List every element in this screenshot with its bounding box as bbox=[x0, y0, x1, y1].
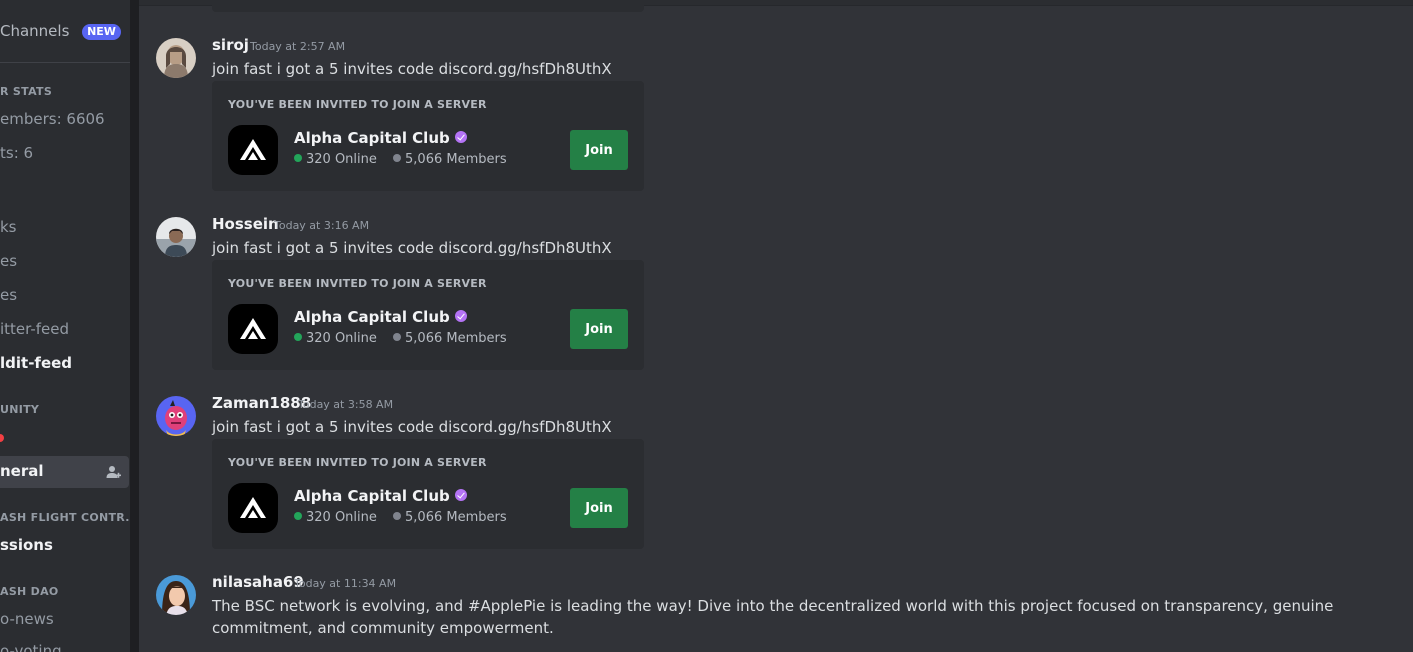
new-badge: NEW bbox=[82, 24, 121, 40]
server-name[interactable]: Alpha Capital Club bbox=[294, 129, 467, 147]
server-invite-embed: YOU'VE BEEN INVITED TO JOIN A SERVER Alp… bbox=[212, 439, 644, 549]
message-username[interactable]: nilasaha69 bbox=[212, 573, 304, 591]
stat-channel-bots[interactable]: ts: 6 bbox=[0, 144, 33, 162]
sidebar-divider bbox=[0, 62, 130, 63]
member-count: 5,066 Members bbox=[405, 331, 507, 346]
server-stats: 320 Online 5,066 Members bbox=[294, 510, 507, 525]
members-dot-icon bbox=[393, 512, 402, 520]
members-dot-icon bbox=[393, 333, 402, 341]
sidebar-channel-sessions[interactable]: ssions bbox=[0, 536, 53, 554]
server-stats: 320 Online 5,066 Members bbox=[294, 331, 507, 346]
message-content: The BSC network is evolving, and #AppleP… bbox=[212, 597, 1334, 637]
message-timestamp: Today at 3:16 AM bbox=[274, 219, 370, 232]
message-content: join fast i got a 5 invites code discord… bbox=[212, 418, 612, 436]
stat-channel-members[interactable]: embers: 6606 bbox=[0, 110, 105, 128]
sidebar-scrollbar[interactable] bbox=[130, 0, 139, 652]
chat-message: Hossein Today at 3:16 AM join fast i got… bbox=[156, 215, 1396, 377]
verified-icon bbox=[454, 489, 467, 501]
sidebar-channel-reddit-feed[interactable]: ldit-feed bbox=[0, 354, 72, 372]
category-community[interactable]: UNITY bbox=[0, 403, 39, 416]
invite-header: YOU'VE BEEN INVITED TO JOIN A SERVER bbox=[228, 98, 487, 111]
join-button[interactable]: Join bbox=[570, 130, 628, 170]
message-content: join fast i got a 5 invites code discord… bbox=[212, 60, 612, 78]
members-dot-icon bbox=[393, 154, 402, 162]
online-dot-icon bbox=[294, 512, 302, 520]
server-invite-embed: YOU'VE BEEN INVITED TO JOIN A SERVER Alp… bbox=[212, 260, 644, 370]
category-dao[interactable]: ASH DAO bbox=[0, 585, 59, 598]
server-icon[interactable] bbox=[228, 125, 278, 175]
category-server-stats[interactable]: R STATS bbox=[0, 85, 52, 98]
message-username[interactable]: Hossein bbox=[212, 215, 279, 233]
invite-member-icon[interactable] bbox=[105, 464, 121, 480]
online-dot-icon bbox=[294, 333, 302, 341]
online-count: 320 Online bbox=[306, 152, 377, 167]
message-timestamp: Today at 11:34 AM bbox=[294, 577, 397, 590]
sidebar-channel-item[interactable]: es bbox=[0, 252, 17, 270]
sidebar-channel-twitter-feed[interactable]: itter-feed bbox=[0, 320, 69, 338]
sidebar-channel-dao-news[interactable]: o-news bbox=[0, 610, 54, 628]
server-invite-embed: YOU'VE BEEN INVITED TO JOIN A SERVER Alp… bbox=[212, 81, 644, 191]
channel-sidebar: Channels NEW R STATS embers: 6606 ts: 6 … bbox=[0, 0, 130, 652]
verified-icon bbox=[454, 131, 467, 143]
message-content: join fast i got a 5 invites code discord… bbox=[212, 239, 612, 257]
member-count: 5,066 Members bbox=[405, 152, 507, 167]
avatar[interactable] bbox=[156, 575, 196, 615]
join-button[interactable]: Join bbox=[570, 488, 628, 528]
join-button[interactable]: Join bbox=[570, 309, 628, 349]
avatar[interactable] bbox=[156, 396, 196, 436]
avatar[interactable] bbox=[156, 217, 196, 257]
server-stats: 320 Online 5,066 Members bbox=[294, 152, 507, 167]
online-dot-icon bbox=[294, 154, 302, 162]
member-count: 5,066 Members bbox=[405, 510, 507, 525]
online-count: 320 Online bbox=[306, 331, 377, 346]
online-count: 320 Online bbox=[306, 510, 377, 525]
sidebar-channel-general[interactable]: neral bbox=[0, 462, 44, 480]
message-timestamp: Today at 2:57 AM bbox=[250, 40, 346, 53]
message-username[interactable]: siroj bbox=[212, 36, 249, 54]
unread-indicator bbox=[0, 434, 4, 442]
message-username[interactable]: Zaman1888 bbox=[212, 394, 311, 412]
server-icon[interactable] bbox=[228, 483, 278, 533]
server-icon[interactable] bbox=[228, 304, 278, 354]
chat-message: nilasaha69 Today at 11:34 AM The BSC net… bbox=[156, 573, 1396, 645]
server-name[interactable]: Alpha Capital Club bbox=[294, 308, 467, 326]
chat-message: siroj Today at 2:57 AM join fast i got a… bbox=[156, 36, 1396, 198]
sidebar-channel-dao-voting[interactable]: o-voting bbox=[0, 642, 62, 652]
server-name[interactable]: Alpha Capital Club bbox=[294, 487, 467, 505]
verified-icon bbox=[454, 310, 467, 322]
invite-header: YOU'VE BEEN INVITED TO JOIN A SERVER bbox=[228, 277, 487, 290]
channels-browse-item[interactable]: Channels bbox=[0, 22, 69, 40]
previous-invite-embed bbox=[212, 0, 644, 12]
avatar[interactable] bbox=[156, 38, 196, 78]
sidebar-channel-item[interactable]: ks bbox=[0, 218, 17, 236]
invite-header: YOU'VE BEEN INVITED TO JOIN A SERVER bbox=[228, 456, 487, 469]
chat-message: Zaman1888 Today at 3:58 AM join fast i g… bbox=[156, 394, 1396, 556]
sidebar-channel-item[interactable]: es bbox=[0, 286, 17, 304]
message-timestamp: Today at 3:58 AM bbox=[298, 398, 394, 411]
category-flight-control[interactable]: ASH FLIGHT CONTR... bbox=[0, 511, 130, 524]
